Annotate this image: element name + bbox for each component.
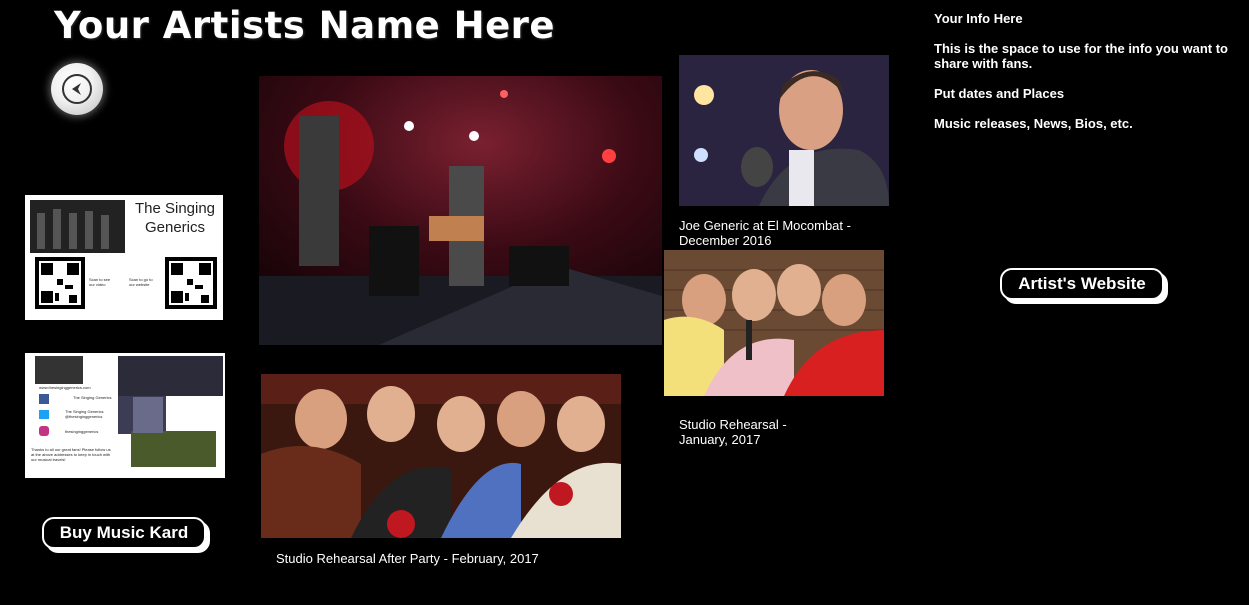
card-thanks: Thanks to all our great fans! Please fol… [31,447,111,462]
concert-photo [259,76,662,345]
buy-music-kard-button[interactable]: Buy Music Kard [42,517,206,549]
page-title: Your Artists Name Here [54,4,556,47]
card-qr2-label: Scan to go to our website [129,277,153,287]
info-line-2: Put dates and Places [934,86,1065,101]
back-button[interactable] [51,63,103,115]
studio-caption: Studio Rehearsal - January, 2017 [679,417,787,447]
info-section: Your Info Here This is the space to use … [934,11,1234,146]
info-line-1: This is the space to use for the info yo… [934,41,1228,71]
artist-website-button[interactable]: Artist's Website [1000,268,1164,300]
card-twitter: The Singing Generics @thesinginggenerics [65,409,104,419]
info-heading: Your Info Here [934,11,1023,26]
party-caption: Studio Rehearsal After Party - February,… [276,551,539,566]
card-title: The Singing Generics [134,200,216,236]
joe-generic-photo [679,55,889,206]
back-arrow-icon [62,74,92,104]
joe-caption: Joe Generic at El Mocombat - December 20… [679,218,851,248]
card-site: www.thesinginggenerics.com [39,385,91,390]
studio-rehearsal-photo [664,250,884,396]
after-party-photo [261,374,621,538]
card-instagram: thesinginggenerics [65,429,99,434]
info-line-3: Music releases, News, Bios, etc. [934,116,1133,131]
music-kard-back-image[interactable]: www.thesinginggenerics.com The Singing G… [25,353,225,478]
card-qr1-label: Scan to see our video [89,277,111,287]
card-facebook: The Singing Generics [73,395,112,400]
music-kard-front-image[interactable]: The Singing Generics Scan to see our vid… [25,195,223,320]
